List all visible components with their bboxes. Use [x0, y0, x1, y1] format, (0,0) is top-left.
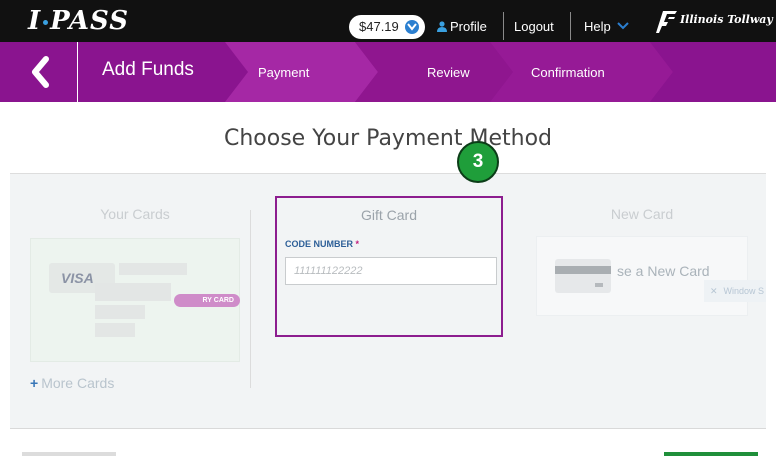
code-number-input[interactable]: [285, 257, 497, 285]
chevron-left-icon: [32, 56, 49, 88]
plus-icon: +: [30, 375, 39, 391]
tollway-brand[interactable]: Illinois Tollway: [680, 13, 773, 26]
use-new-card-label: se a New Card: [617, 263, 710, 279]
card-chip: [595, 283, 603, 287]
divider: [250, 210, 251, 388]
logout-link[interactable]: Logout: [514, 15, 554, 39]
window-overlay: ✕ Window S: [704, 280, 766, 302]
gift-card-title: Gift Card: [360, 207, 417, 223]
logo-text: PASS: [50, 6, 129, 36]
divider: [570, 12, 571, 40]
use-new-card-option[interactable]: se a New Card: [536, 236, 748, 316]
wizard-title: Add Funds: [102, 59, 194, 80]
step-payment: Payment: [258, 65, 310, 80]
more-cards-link[interactable]: + More Cards: [30, 375, 114, 391]
logout-label: Logout: [514, 19, 554, 34]
page-title: Choose Your Payment Method: [224, 126, 552, 151]
ipass-logo[interactable]: I PASS: [28, 6, 129, 36]
step-review: Review: [427, 65, 470, 80]
top-bar: I PASS $47.19 Profile Logout Help Illinoi…: [0, 0, 776, 42]
continue-button[interactable]: [664, 452, 758, 456]
card-details-redacted: [119, 263, 187, 275]
gift-card-section: Gift Card CODE NUMBER *: [275, 196, 503, 337]
tollway-logo-icon: [656, 11, 677, 33]
card-stripe: [555, 266, 611, 274]
new-card-title: New Card: [610, 206, 674, 222]
wizard-nav: Add Funds Payment Review Confirmation: [0, 42, 776, 102]
profile-link[interactable]: Profile: [437, 15, 487, 39]
code-number-label: CODE NUMBER *: [285, 239, 359, 249]
chevron-down-icon: [404, 20, 419, 34]
your-cards-title: Your Cards: [100, 206, 170, 222]
help-label: Help: [584, 19, 611, 34]
chevron-down-icon: [617, 22, 629, 30]
primary-card-badge: RY CARD: [174, 294, 240, 307]
logo-letter: I: [28, 6, 42, 36]
cancel-button[interactable]: [22, 452, 116, 456]
balance-amount: $47.19: [359, 19, 399, 34]
step-confirmation: Confirmation: [531, 65, 605, 80]
logo-dot: [43, 19, 49, 25]
balance-dropdown[interactable]: $47.19: [349, 15, 425, 39]
required-mark: *: [355, 239, 360, 249]
back-button[interactable]: [0, 42, 78, 102]
card-details-redacted: [95, 323, 135, 337]
card-details-redacted: [95, 305, 145, 319]
more-cards-label: More Cards: [41, 375, 115, 391]
divider: [10, 428, 766, 429]
saved-card[interactable]: VISA RY CARD: [30, 238, 240, 362]
user-icon: [437, 21, 447, 32]
code-number-text: CODE NUMBER: [285, 239, 354, 249]
profile-label: Profile: [450, 19, 487, 34]
credit-card-icon: [555, 259, 611, 293]
payment-methods-panel: Your Cards VISA RY CARD + More Cards Gift…: [10, 174, 766, 428]
divider: [503, 12, 504, 40]
help-menu[interactable]: Help: [584, 15, 611, 39]
card-details-redacted: [95, 283, 171, 301]
window-overlay-label: Window S: [723, 286, 765, 296]
step-number-badge: 3: [457, 141, 499, 183]
